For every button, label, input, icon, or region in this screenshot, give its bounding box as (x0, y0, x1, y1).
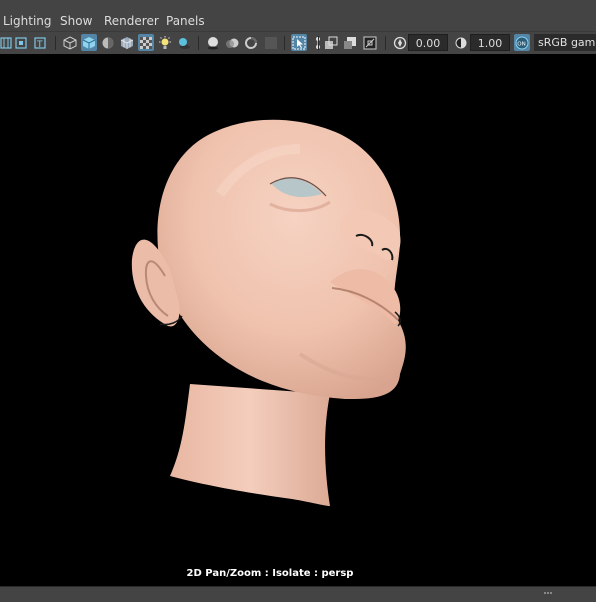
anti-alias-icon[interactable] (243, 34, 259, 51)
head-shape (157, 119, 406, 399)
svg-text:T: T (36, 40, 43, 49)
3d-viewport[interactable] (0, 54, 596, 586)
toolbar-separator (318, 36, 319, 50)
gate-mask-icon[interactable] (362, 34, 378, 51)
svg-text:ON: ON (517, 41, 525, 47)
panel-bottom-bar (0, 586, 596, 602)
screen-space-ao-icon[interactable] (205, 34, 221, 51)
resize-handle[interactable] (544, 592, 552, 596)
toolbar-separator (198, 36, 199, 50)
isolate-select-icon[interactable] (291, 34, 307, 51)
shadows-icon[interactable] (176, 34, 192, 51)
neck-shape (170, 384, 330, 506)
menu-panels[interactable]: Panels (166, 14, 205, 29)
color-space-dropdown[interactable]: sRGB gamma (534, 34, 596, 51)
menu-show[interactable]: Show (60, 14, 92, 29)
wireframe-icon[interactable] (62, 34, 78, 51)
smooth-shade-icon[interactable] (81, 34, 97, 51)
film-gate-icon[interactable] (13, 34, 29, 51)
gamma-icon[interactable] (453, 34, 469, 51)
menu-lighting[interactable]: Lighting (3, 14, 52, 29)
backface-culling-icon[interactable] (342, 34, 358, 51)
gamma-field[interactable]: 1.00 (470, 34, 510, 51)
viewport-hud-text: 2D Pan/Zoom : Isolate : persp (186, 568, 354, 579)
xray-active-icon[interactable] (323, 34, 339, 51)
default-material-icon[interactable] (100, 34, 116, 51)
text-icon[interactable]: T (32, 34, 48, 51)
toolbar-separator (385, 36, 386, 50)
grid-icon[interactable] (0, 34, 14, 51)
exposure-icon[interactable] (392, 34, 408, 51)
all-lights-icon[interactable] (157, 34, 173, 51)
panel-menubar: Lighting Show Renderer Panels (0, 12, 596, 31)
shaded-wireframe-icon[interactable] (119, 34, 135, 51)
color-management-on-icon[interactable]: ON (514, 34, 530, 51)
toolbar-separator (55, 36, 56, 50)
toolbar-separator (284, 36, 285, 50)
exposure-field[interactable]: 0.00 (408, 34, 448, 51)
depth-of-field-icon[interactable] (263, 34, 279, 51)
menu-renderer[interactable]: Renderer (104, 14, 159, 29)
panel-toolbar: T 0.00 1.00 ON sRGB gam (0, 31, 596, 55)
xray-icon[interactable] (138, 34, 154, 51)
head-model (131, 119, 406, 506)
motion-blur-icon[interactable] (224, 34, 240, 51)
